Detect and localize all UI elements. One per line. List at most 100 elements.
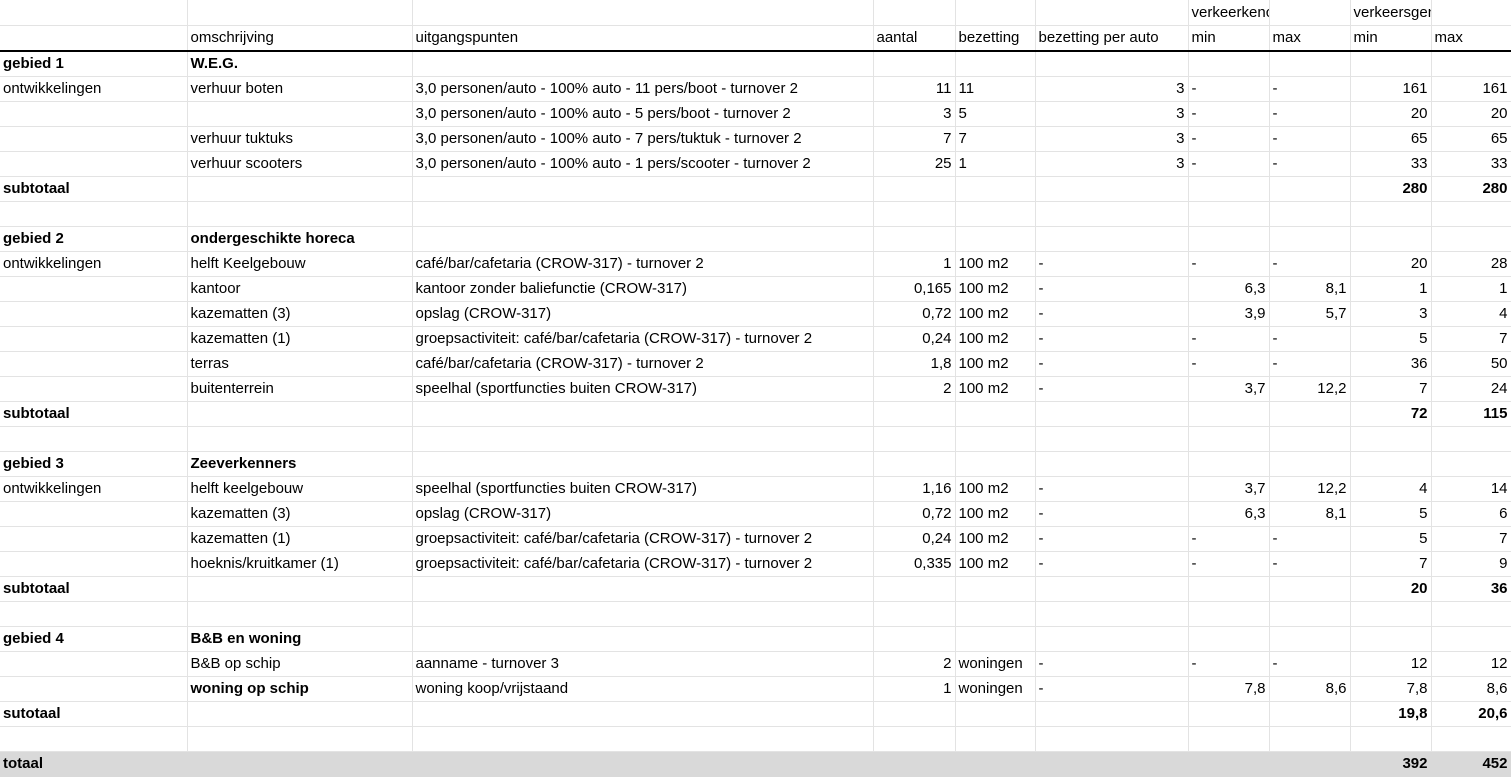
table-cell[interactable]: café/bar/cafetaria (CROW-317) - turnover… — [412, 251, 874, 277]
table-cell[interactable] — [1188, 451, 1270, 477]
table-cell[interactable]: sutotaal — [0, 701, 188, 727]
table-cell[interactable] — [1350, 50, 1432, 77]
table-cell[interactable] — [955, 751, 1036, 777]
cell[interactable] — [412, 0, 874, 26]
table-cell[interactable] — [1350, 726, 1432, 752]
table-cell[interactable]: ontwikkelingen — [0, 76, 188, 102]
table-cell[interactable] — [1269, 176, 1351, 202]
table-cell[interactable] — [1431, 50, 1511, 77]
table-cell[interactable]: 100 m2 — [955, 301, 1036, 327]
table-cell[interactable]: - — [1035, 651, 1189, 677]
column-header[interactable]: max — [1431, 25, 1511, 52]
table-cell[interactable] — [1269, 626, 1351, 652]
table-cell[interactable] — [1188, 176, 1270, 202]
table-cell[interactable]: 11 — [955, 76, 1036, 102]
table-cell[interactable] — [412, 426, 874, 452]
table-cell[interactable]: verhuur boten — [187, 76, 413, 102]
table-cell[interactable] — [1269, 601, 1351, 627]
table-cell[interactable] — [1269, 451, 1351, 477]
table-cell[interactable] — [1035, 576, 1189, 602]
table-cell[interactable]: - — [1188, 151, 1270, 177]
table-cell[interactable]: 8,1 — [1269, 501, 1351, 527]
cell[interactable] — [955, 0, 1036, 26]
table-cell[interactable] — [955, 201, 1036, 227]
table-cell[interactable]: 12,2 — [1269, 476, 1351, 502]
table-cell[interactable]: - — [1188, 351, 1270, 377]
table-cell[interactable] — [0, 151, 188, 177]
table-cell[interactable]: café/bar/cafetaria (CROW-317) - turnover… — [412, 351, 874, 377]
table-cell[interactable] — [1350, 201, 1432, 227]
table-cell[interactable] — [187, 601, 413, 627]
table-cell[interactable] — [412, 201, 874, 227]
table-cell[interactable]: 12 — [1350, 651, 1432, 677]
table-cell[interactable]: subtotaal — [0, 401, 188, 427]
table-cell[interactable] — [1035, 726, 1189, 752]
table-cell[interactable]: 392 — [1350, 751, 1432, 777]
table-cell[interactable]: 7 — [1431, 326, 1511, 352]
table-cell[interactable] — [1035, 751, 1189, 777]
table-cell[interactable]: B&B op schip — [187, 651, 413, 677]
table-cell[interactable]: - — [1188, 326, 1270, 352]
table-cell[interactable] — [1188, 726, 1270, 752]
table-cell[interactable]: 1,16 — [873, 476, 956, 502]
table-cell[interactable]: 3 — [1035, 126, 1189, 152]
table-cell[interactable]: 0,165 — [873, 276, 956, 302]
cell[interactable] — [1269, 0, 1351, 26]
table-cell[interactable]: helft Keelgebouw — [187, 251, 413, 277]
table-cell[interactable]: 100 m2 — [955, 351, 1036, 377]
table-cell[interactable]: 3,7 — [1188, 376, 1270, 402]
table-cell[interactable]: - — [1269, 251, 1351, 277]
table-cell[interactable]: 0,24 — [873, 526, 956, 552]
table-cell[interactable]: - — [1269, 351, 1351, 377]
table-cell[interactable]: 5 — [955, 101, 1036, 127]
table-cell[interactable]: 4 — [1431, 301, 1511, 327]
table-cell[interactable] — [1350, 226, 1432, 252]
table-cell[interactable]: 161 — [1431, 76, 1511, 102]
table-cell[interactable] — [873, 401, 956, 427]
table-cell[interactable] — [1431, 451, 1511, 477]
table-cell[interactable] — [0, 676, 188, 702]
table-cell[interactable]: ontwikkelingen — [0, 476, 188, 502]
table-cell[interactable]: - — [1035, 276, 1189, 302]
table-cell[interactable]: 0,24 — [873, 326, 956, 352]
table-cell[interactable]: 33 — [1350, 151, 1432, 177]
column-header[interactable]: max — [1269, 25, 1351, 52]
column-header[interactable] — [0, 25, 188, 52]
table-cell[interactable]: 65 — [1350, 126, 1432, 152]
table-cell[interactable] — [1035, 426, 1189, 452]
table-cell[interactable] — [1035, 626, 1189, 652]
table-cell[interactable]: 24 — [1431, 376, 1511, 402]
table-cell[interactable]: - — [1188, 76, 1270, 102]
table-cell[interactable] — [0, 426, 188, 452]
column-header[interactable]: uitgangspunten — [412, 25, 874, 52]
table-cell[interactable]: 2 — [873, 376, 956, 402]
table-cell[interactable] — [1035, 701, 1189, 727]
table-cell[interactable]: 1 — [873, 251, 956, 277]
table-cell[interactable] — [0, 351, 188, 377]
table-cell[interactable]: gebied 1 — [0, 50, 188, 77]
table-cell[interactable]: 8,6 — [1269, 676, 1351, 702]
table-cell[interactable]: 20 — [1431, 101, 1511, 127]
table-cell[interactable]: 72 — [1350, 401, 1432, 427]
table-cell[interactable]: 50 — [1431, 351, 1511, 377]
table-cell[interactable]: 0,72 — [873, 501, 956, 527]
table-cell[interactable]: 100 m2 — [955, 251, 1036, 277]
table-cell[interactable]: 7 — [1350, 376, 1432, 402]
table-cell[interactable] — [1269, 401, 1351, 427]
table-cell[interactable]: 280 — [1431, 176, 1511, 202]
table-cell[interactable]: opslag (CROW-317) — [412, 501, 874, 527]
table-cell[interactable] — [1431, 626, 1511, 652]
table-cell[interactable]: - — [1188, 126, 1270, 152]
table-cell[interactable] — [1188, 226, 1270, 252]
table-cell[interactable] — [412, 726, 874, 752]
table-cell[interactable] — [873, 576, 956, 602]
table-cell[interactable] — [1188, 50, 1270, 77]
table-cell[interactable] — [873, 626, 956, 652]
table-cell[interactable]: 100 m2 — [955, 326, 1036, 352]
table-cell[interactable] — [1035, 401, 1189, 427]
table-cell[interactable]: 20 — [1350, 576, 1432, 602]
table-cell[interactable]: 100 m2 — [955, 551, 1036, 577]
table-cell[interactable] — [1431, 426, 1511, 452]
table-cell[interactable] — [1269, 426, 1351, 452]
table-cell[interactable]: opslag (CROW-317) — [412, 301, 874, 327]
